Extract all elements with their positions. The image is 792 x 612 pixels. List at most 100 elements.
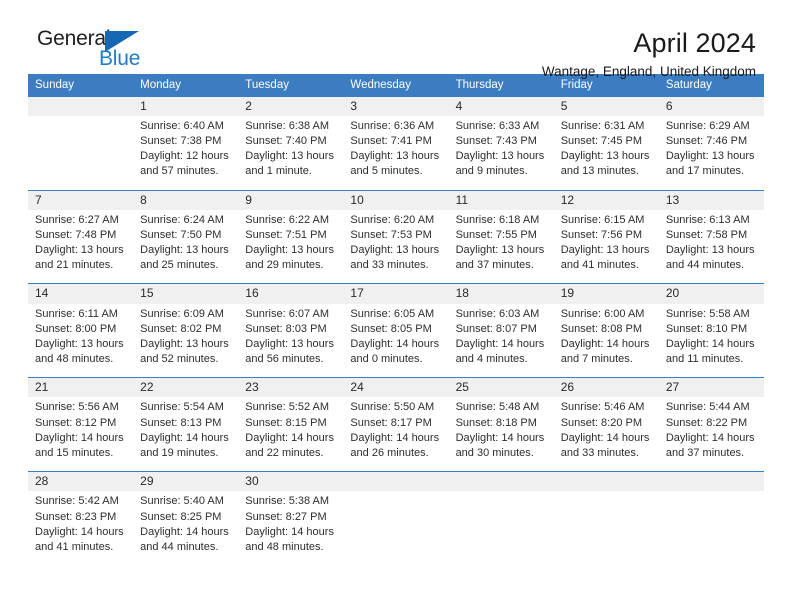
day-number[interactable]: 19 (553, 283, 659, 304)
day-cell[interactable]: Sunrise: 5:42 AM Sunset: 8:23 PM Daylight:… (28, 491, 134, 566)
day-info-line: Sunrise: 6:15 AM (560, 213, 645, 226)
day-cell[interactable]: Sunrise: 6:18 AM Sunset: 7:55 PM Daylight:… (448, 209, 554, 284)
day-cell[interactable]: Sunrise: 5:40 AM Sunset: 8:25 PM Daylight:… (133, 491, 239, 566)
day-number[interactable]: 23 (238, 377, 344, 398)
day-info-line: and 9 minutes. (455, 165, 528, 178)
day-cell[interactable]: Sunrise: 6:40 AM Sunset: 7:38 PM Daylight:… (133, 115, 239, 191)
day-info-line: and 41 minutes. (560, 259, 639, 272)
day-cell-empty (553, 491, 659, 566)
day-info-line: Sunrise: 6:09 AM (140, 307, 224, 320)
day-info-line: Daylight: 14 hours (665, 431, 755, 444)
day-number[interactable]: 28 (28, 471, 134, 492)
day-info-line: Sunrise: 6:33 AM (455, 119, 540, 132)
day-number[interactable]: 24 (343, 377, 449, 398)
day-info-line: Sunset: 8:25 PM (140, 510, 222, 523)
day-info-line: Sunset: 8:23 PM (35, 510, 117, 523)
day-info-line: Sunrise: 5:46 AM (560, 401, 645, 414)
day-cell[interactable]: Sunrise: 6:24 AM Sunset: 7:50 PM Daylight:… (133, 209, 239, 284)
day-info-line: Daylight: 14 hours (455, 337, 545, 350)
day-number[interactable]: 21 (28, 377, 134, 398)
day-number[interactable]: 12 (553, 189, 659, 210)
day-info-line: Sunset: 8:15 PM (245, 416, 327, 429)
day-number[interactable]: 29 (133, 471, 239, 492)
day-cell[interactable]: Sunrise: 5:48 AM Sunset: 8:18 PM Daylight:… (448, 397, 554, 472)
day-cell[interactable]: Sunrise: 6:22 AM Sunset: 7:51 PM Daylight:… (238, 209, 344, 284)
day-number[interactable]: 7 (28, 189, 134, 210)
day-number[interactable]: 22 (133, 377, 239, 398)
day-number[interactable]: 8 (133, 189, 239, 210)
day-number[interactable]: 1 (133, 96, 239, 116)
day-number[interactable]: 13 (658, 189, 764, 210)
day-number[interactable]: 20 (658, 283, 764, 304)
day-cell[interactable]: Sunrise: 5:56 AM Sunset: 8:12 PM Daylight:… (28, 397, 134, 472)
day-cell[interactable]: Sunrise: 6:20 AM Sunset: 7:53 PM Daylight:… (343, 209, 449, 284)
day-cell[interactable]: Sunrise: 5:46 AM Sunset: 8:20 PM Daylight:… (553, 397, 659, 472)
day-number[interactable]: 18 (448, 283, 554, 304)
day-info-line: Daylight: 14 hours (560, 337, 650, 350)
day-info-line: Daylight: 13 hours (140, 244, 229, 257)
day-cell[interactable]: Sunrise: 6:31 AM Sunset: 7:45 PM Daylight:… (553, 115, 659, 191)
day-cell[interactable]: Sunrise: 6:09 AM Sunset: 8:02 PM Daylight:… (133, 303, 239, 378)
day-info-line: Sunrise: 6:36 AM (350, 119, 435, 132)
day-cell[interactable]: Sunrise: 5:38 AM Sunset: 8:27 PM Daylight:… (238, 491, 344, 566)
day-cell[interactable]: Sunrise: 5:44 AM Sunset: 8:22 PM Daylight:… (658, 397, 764, 472)
day-number[interactable]: 27 (658, 377, 764, 398)
day-cell[interactable]: Sunrise: 6:38 AM Sunset: 7:40 PM Daylight:… (238, 115, 344, 191)
day-number[interactable]: 15 (133, 283, 239, 304)
day-cell[interactable]: Sunrise: 5:54 AM Sunset: 8:13 PM Daylight:… (133, 397, 239, 472)
day-info-line: Sunset: 8:08 PM (560, 322, 643, 335)
week-detail-row: Sunrise: 6:27 AM Sunset: 7:48 PM Daylight:… (28, 209, 764, 284)
day-info-line: Daylight: 14 hours (665, 337, 755, 350)
day-cell[interactable]: Sunrise: 6:11 AM Sunset: 8:00 PM Daylight:… (28, 303, 134, 378)
day-cell[interactable]: Sunrise: 6:07 AM Sunset: 8:03 PM Daylight:… (238, 303, 344, 378)
day-info-line: Sunset: 8:00 PM (35, 322, 117, 335)
day-cell[interactable]: Sunrise: 5:58 AM Sunset: 8:10 PM Daylight:… (658, 303, 764, 378)
day-cell[interactable]: Sunrise: 6:03 AM Sunset: 8:07 PM Daylight:… (448, 303, 554, 378)
day-number[interactable]: 14 (28, 283, 134, 304)
day-info-line: Sunset: 8:13 PM (140, 416, 222, 429)
day-cell[interactable]: Sunrise: 6:29 AM Sunset: 7:46 PM Daylight:… (658, 115, 764, 191)
day-of-week-monday: Monday (133, 74, 239, 97)
calendar-body: 1 2 3 4 5 6 Sunrise: 6:40 AM Sunset: 7:38 PM Day… (28, 96, 764, 566)
day-number[interactable]: 16 (238, 283, 344, 304)
day-number[interactable]: 4 (448, 96, 554, 116)
brand-logo[interactable]: General Blue (37, 28, 157, 74)
day-number[interactable]: 3 (343, 96, 449, 116)
day-cell[interactable]: Sunrise: 6:33 AM Sunset: 7:43 PM Daylight:… (448, 115, 554, 191)
day-info-line: Sunset: 7:38 PM (140, 135, 222, 147)
day-number[interactable]: 2 (238, 96, 344, 116)
week-date-number-row: 7 8 9 10 11 12 13 (28, 189, 764, 210)
day-number[interactable]: 26 (553, 377, 659, 398)
day-cell[interactable]: Sunrise: 6:27 AM Sunset: 7:48 PM Daylight:… (28, 209, 134, 284)
day-cell[interactable]: Sunrise: 6:05 AM Sunset: 8:05 PM Daylight:… (343, 303, 449, 378)
day-number[interactable]: 11 (448, 189, 554, 210)
day-cell[interactable]: Sunrise: 6:36 AM Sunset: 7:41 PM Daylight:… (343, 115, 449, 191)
day-info-line: Sunset: 7:45 PM (560, 135, 643, 147)
day-info-line: Daylight: 14 hours (560, 431, 650, 444)
day-info-line: Sunset: 7:51 PM (245, 228, 327, 241)
day-number[interactable]: 17 (343, 283, 449, 304)
day-info-line: and 21 minutes. (35, 259, 114, 272)
day-number-empty (448, 471, 554, 492)
day-info-line: Sunrise: 5:40 AM (140, 495, 224, 508)
day-cell[interactable]: Sunrise: 6:00 AM Sunset: 8:08 PM Daylight:… (553, 303, 659, 378)
day-info-line: Sunrise: 6:05 AM (350, 307, 435, 320)
day-info-line: Daylight: 13 hours (140, 337, 229, 350)
day-number[interactable]: 10 (343, 189, 449, 210)
day-number[interactable]: 25 (448, 377, 554, 398)
day-info-line: Sunrise: 5:54 AM (140, 401, 224, 414)
day-info-line: Sunrise: 6:13 AM (665, 213, 750, 226)
day-number[interactable]: 30 (238, 471, 344, 492)
day-info-line: Daylight: 14 hours (140, 431, 229, 444)
day-number[interactable]: 5 (553, 96, 659, 116)
day-cell[interactable]: Sunrise: 6:13 AM Sunset: 7:58 PM Daylight:… (658, 209, 764, 284)
day-cell[interactable]: Sunrise: 5:50 AM Sunset: 8:17 PM Daylight:… (343, 397, 449, 472)
day-cell[interactable]: Sunrise: 6:15 AM Sunset: 7:56 PM Daylight:… (553, 209, 659, 284)
day-info-line: and 30 minutes. (455, 446, 534, 459)
day-number[interactable]: 6 (658, 96, 764, 116)
day-cell[interactable]: Sunrise: 5:52 AM Sunset: 8:15 PM Daylight:… (238, 397, 344, 472)
day-info-line: and 48 minutes. (35, 353, 114, 366)
day-number[interactable]: 9 (238, 189, 344, 210)
day-info-line: and 4 minutes. (455, 353, 528, 366)
day-info-line: Daylight: 13 hours (350, 244, 440, 257)
